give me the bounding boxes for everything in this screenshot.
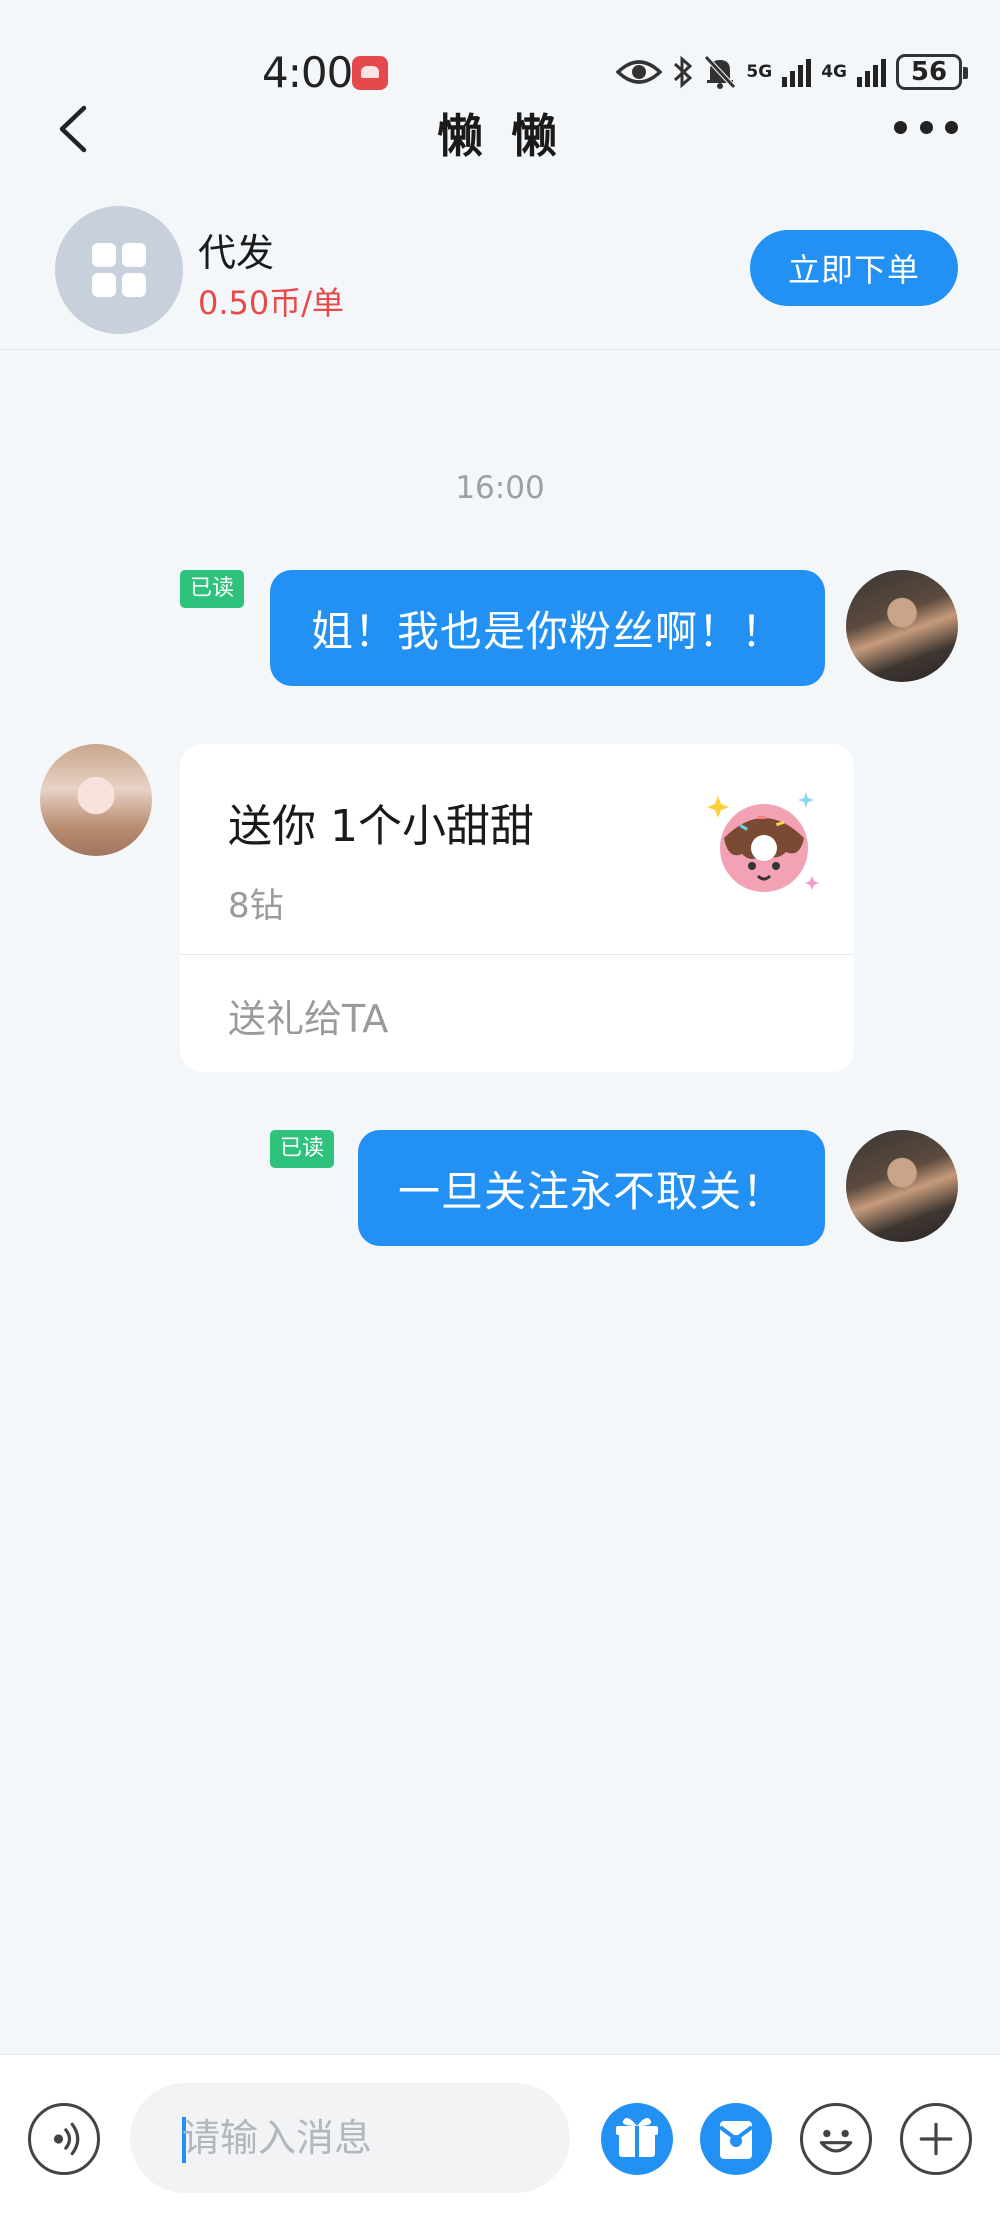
gift-message-card[interactable]: 送你 1个小甜甜 8钻 送礼给TA xyxy=(180,744,854,1072)
message-input[interactable] xyxy=(182,2083,542,2193)
read-status-badge: 已读 xyxy=(270,1130,335,1168)
avatar-me[interactable] xyxy=(846,570,958,682)
service-price: 0.50币/单 xyxy=(198,284,345,322)
plus-icon[interactable] xyxy=(900,2103,972,2175)
emoji-icon[interactable] xyxy=(800,2103,872,2175)
app-notification-icon xyxy=(352,56,388,90)
service-logo xyxy=(55,206,183,334)
red-packet-icon[interactable] xyxy=(700,2103,772,2175)
bluetooth-icon xyxy=(674,55,693,89)
send-gift-link[interactable]: 送礼给TA xyxy=(228,988,388,1043)
signal-bars-2 xyxy=(857,57,886,87)
eye-icon xyxy=(616,60,663,84)
message-bubble-sent[interactable]: 一旦关注永不取关！ xyxy=(358,1130,825,1246)
gift-icon[interactable] xyxy=(601,2103,673,2175)
service-card: 代发 0.50币/单 立即下单 xyxy=(0,190,1000,350)
read-status-badge: 已读 xyxy=(180,570,245,608)
avatar-me[interactable] xyxy=(846,1130,958,1242)
chat-timestamp: 16:00 xyxy=(455,470,545,506)
gift-title: 送你 1个小甜甜 xyxy=(228,801,534,852)
signal-bars-1 xyxy=(782,57,812,87)
page-title: 懒 懒 xyxy=(436,109,563,163)
service-name: 代发 xyxy=(198,231,275,275)
donut-gift-icon xyxy=(707,792,819,892)
network-type-2: 4G xyxy=(821,62,847,82)
divider xyxy=(180,954,854,955)
input-bar xyxy=(0,2054,1000,2222)
more-dots-icon[interactable] xyxy=(894,112,958,142)
order-now-button[interactable]: 立即下单 xyxy=(750,230,958,306)
battery-indicator: 56 xyxy=(896,54,968,90)
avatar-other[interactable] xyxy=(40,744,152,856)
nav-bar: 懒 懒 xyxy=(0,88,1000,168)
message-bubble-sent[interactable]: 姐！我也是你粉丝啊！！ xyxy=(270,570,825,686)
voice-icon[interactable] xyxy=(28,2103,100,2175)
message-input-wrapper[interactable] xyxy=(130,2083,570,2193)
gift-price: 8钻 xyxy=(228,886,284,926)
mute-bell-icon xyxy=(704,55,737,89)
network-type-1: 5G xyxy=(746,62,773,82)
